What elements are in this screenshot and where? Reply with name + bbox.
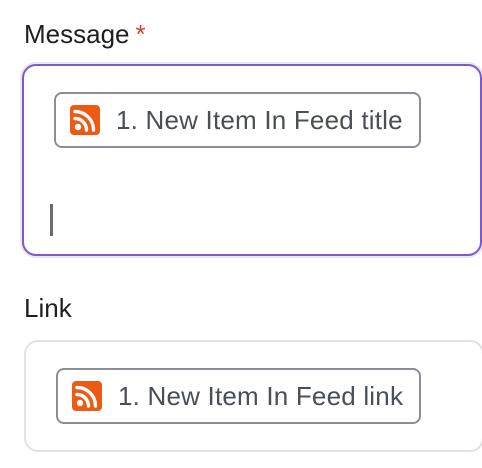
link-label: Link	[24, 292, 72, 324]
text-caret	[50, 204, 53, 236]
form: Message* 1. New Item In Feed title Link	[0, 0, 482, 468]
link-label-text: Link	[24, 293, 72, 323]
link-token-pill[interactable]: 1. New Item In Feed link	[56, 368, 422, 424]
message-token-text: 1. New Item In Feed title	[116, 104, 403, 135]
link-field[interactable]: 1. New Item In Feed link	[24, 340, 482, 452]
message-label-text: Message	[24, 19, 130, 49]
rss-icon	[70, 105, 100, 135]
required-marker: *	[135, 19, 146, 49]
message-label: Message *	[24, 18, 146, 50]
message-token-pill[interactable]: 1. New Item In Feed title	[54, 92, 421, 148]
rss-icon	[72, 381, 102, 411]
link-token-text: 1. New Item In Feed link	[118, 380, 404, 411]
message-field[interactable]: 1. New Item In Feed title	[22, 64, 482, 256]
